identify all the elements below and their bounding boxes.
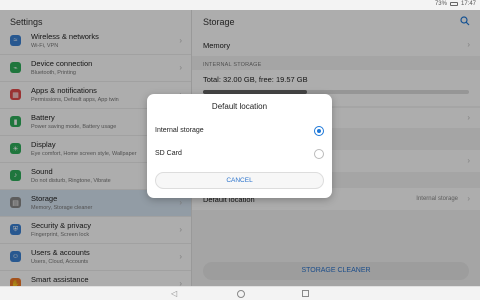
- option-sd-card[interactable]: SD Card: [147, 143, 332, 165]
- cancel-button[interactable]: CANCEL: [155, 172, 324, 189]
- status-bar: 73% 17:47: [0, 0, 480, 10]
- battery-percent: 73%: [434, 1, 447, 7]
- home-icon[interactable]: [237, 290, 245, 298]
- status-right: 73% 17:47: [435, 1, 476, 7]
- battery-icon: [449, 2, 458, 6]
- radio-button[interactable]: [314, 149, 324, 159]
- dialog-title: Default location: [211, 102, 268, 111]
- recent-apps-icon[interactable]: [302, 290, 309, 297]
- navigation-bar: ◁: [0, 286, 480, 300]
- option-label: Internal storage: [155, 127, 204, 134]
- option-internal-storage[interactable]: Internal storage: [147, 120, 332, 142]
- clock: 17:47: [460, 1, 476, 7]
- back-icon[interactable]: ◁: [171, 289, 177, 298]
- radio-button[interactable]: [314, 126, 324, 136]
- default-location-dialog: Default location Internal storage SD Car…: [147, 94, 332, 198]
- option-label: SD Card: [155, 150, 182, 157]
